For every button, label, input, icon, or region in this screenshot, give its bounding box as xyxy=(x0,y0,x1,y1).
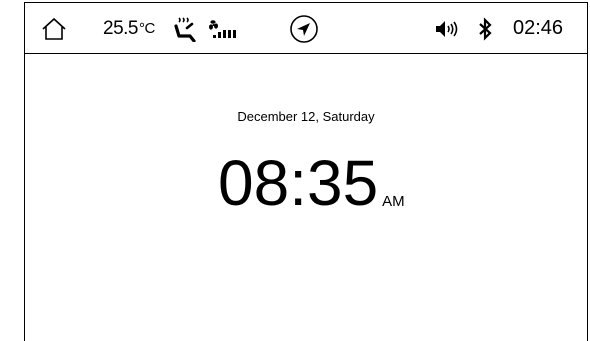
screen: 25.5 °C 02:46 December 12, Saturday 08:3… xyxy=(24,2,588,341)
temperature-unit: °C xyxy=(138,20,155,37)
date-label: December 12, Saturday xyxy=(237,109,375,124)
volume-button[interactable] xyxy=(433,3,461,54)
temperature-value: 25.5 xyxy=(103,17,138,39)
navigation-button[interactable] xyxy=(288,3,320,54)
navigation-icon xyxy=(290,14,318,43)
main-clock: 08:35 AM xyxy=(218,151,405,215)
bluetooth-button[interactable] xyxy=(475,3,495,54)
volume-icon xyxy=(436,20,458,37)
fan-speed-icon xyxy=(209,19,236,38)
main-clock-time: 08:35 xyxy=(218,147,379,219)
heated-seat-button[interactable] xyxy=(172,3,198,54)
temperature-display: 25.5 °C xyxy=(103,3,155,54)
bluetooth-icon xyxy=(479,16,492,41)
home-button[interactable] xyxy=(39,3,69,54)
main-clock-ampm: AM xyxy=(382,193,405,210)
status-bar: 25.5 °C 02:46 xyxy=(25,3,587,54)
home-icon xyxy=(42,17,66,40)
status-clock: 02:46 xyxy=(513,17,564,39)
heated-seat-icon xyxy=(174,16,196,42)
fan-speed-button[interactable] xyxy=(207,3,243,54)
